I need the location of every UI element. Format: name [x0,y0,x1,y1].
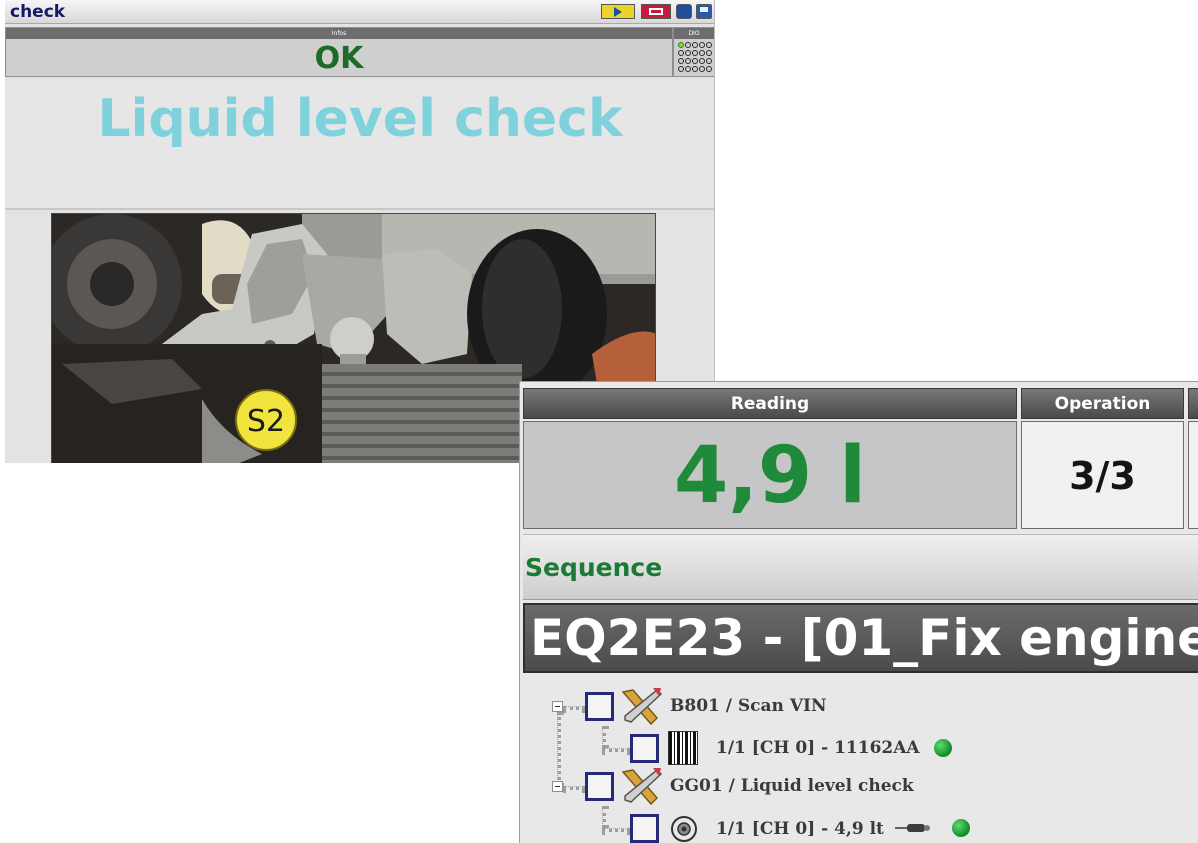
reading-value: 4,9 l [523,421,1017,529]
dio-indicator-dot [699,42,705,48]
dio-panel: DIO [673,27,714,77]
dio-indicator-dot [706,58,712,64]
dio-caption: DIO [674,28,714,39]
tree-line [557,712,561,786]
tree-line [602,726,606,748]
window-title: check [10,2,66,22]
extra-header [1188,388,1198,419]
reading-header: Reading [523,388,1017,419]
dio-indicator-dot [685,50,691,56]
save-button[interactable] [696,4,712,19]
step-checkbox[interactable] [585,692,614,721]
save-icon [700,7,708,12]
status-ok-icon [934,739,952,757]
dio-indicator-dot [692,50,698,56]
dio-indicator-dot [678,42,684,48]
stop-button[interactable] [641,4,671,19]
step-heading-panel: Liquid level check [5,80,714,210]
tree-item-label: 1/1 [CH 0] - 4,9 lt [716,819,884,839]
dio-indicator-dot [706,42,712,48]
status-caption: Infos [6,28,672,39]
status-ok-icon [952,819,970,837]
sequence-window: Reading Operation 4,9 l 3/3 Sequence EQ2… [519,381,1198,843]
step-checkbox[interactable] [630,814,659,843]
tools-icon [621,768,663,806]
dio-indicator-dot [678,58,684,64]
status-text: OK [314,41,364,76]
tree-item-label: B801 / Scan VIN [670,696,827,716]
collapse-icon[interactable] [552,701,563,712]
sequence-label: Sequence [525,553,663,582]
dio-indicator-dot [699,50,705,56]
dio-indicator-dot [699,66,705,72]
tree-line [602,828,630,832]
sequence-bar: Sequence [523,534,1198,600]
collapse-icon[interactable] [552,781,563,792]
dio-indicator-dot [706,50,712,56]
title-bar: check [5,0,714,24]
s2-marker-label: S2 [247,404,285,439]
screenshot-composite: check Infos OK DIO Liquid level check S2… [0,0,1198,843]
tree-line [602,748,630,752]
gear-icon [671,816,697,842]
play-button[interactable] [601,4,635,19]
play-icon [614,7,622,17]
dio-indicator-dot [685,58,691,64]
info-button[interactable] [676,4,692,19]
dio-indicator-dot [678,50,684,56]
dio-indicator-dot [678,66,684,72]
step-checkbox[interactable] [630,734,659,763]
operation-header: Operation [1021,388,1184,419]
extra-value [1188,421,1198,529]
status-panel: Infos OK [5,27,673,77]
sequence-title-bar: EQ2E23 - [01_Fix engine] [523,603,1198,673]
step-heading: Liquid level check [97,89,623,149]
sequence-tree: B801 / Scan VIN 1/1 [CH 0] - 11162AA GG0… [520,676,1198,843]
tools-icon [621,688,663,726]
step-checkbox[interactable] [585,772,614,801]
tree-item-label: GG01 / Liquid level check [670,776,914,796]
dio-indicator-dot [692,66,698,72]
stop-icon [649,8,663,15]
dio-indicator-dot [706,66,712,72]
sequence-title: EQ2E23 - [01_Fix engine] [530,609,1198,667]
dio-indicator-dot [685,42,691,48]
dio-indicator-dot [699,58,705,64]
probe-icon [895,824,930,832]
barcode-icon [668,731,698,765]
operation-value: 3/3 [1021,421,1184,529]
dio-indicator-grid [678,42,712,74]
tree-item-label: 1/1 [CH 0] - 11162AA [716,738,920,758]
dio-indicator-dot [692,42,698,48]
tree-line [602,806,606,828]
dio-indicator-dot [685,66,691,72]
tree-line [563,786,585,790]
dio-indicator-dot [692,58,698,64]
tree-line [563,706,585,710]
